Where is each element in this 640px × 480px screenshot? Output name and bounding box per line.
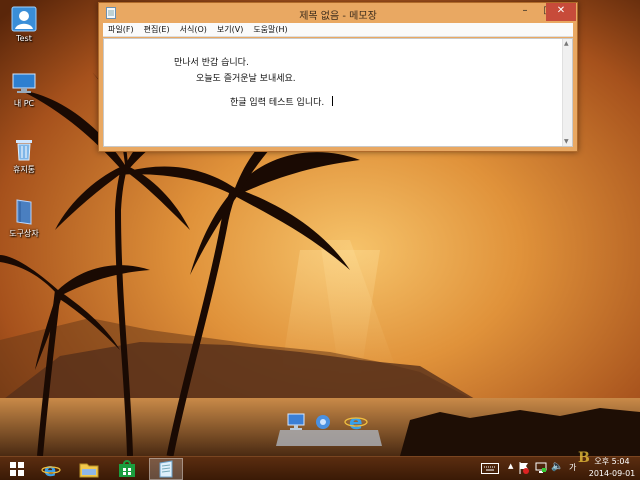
volume-icon[interactable]: 🔈 xyxy=(551,461,563,472)
book-icon xyxy=(16,199,32,225)
menu-edit[interactable]: 편집(E) xyxy=(139,24,175,35)
desktop-icon-label: 도구상자 xyxy=(9,229,39,238)
desktop-icon-recycle-bin[interactable]: 휴지통 xyxy=(0,136,48,175)
desktop-icon-toolbox[interactable]: 도구상자 xyxy=(0,198,48,239)
store-icon xyxy=(119,460,135,477)
start-button[interactable] xyxy=(0,458,34,480)
vertical-scrollbar[interactable]: ▲ ▼ xyxy=(562,39,572,146)
show-hidden-icons-icon[interactable]: ▲ xyxy=(508,462,513,470)
desktop-icon-label: 내 PC xyxy=(13,99,35,108)
recycle-bin-icon xyxy=(16,140,32,161)
notepad-window[interactable]: 제목 없음 - 메모장 – □ ✕ 파일(F) 편집(E) 서식(O) 보기(V… xyxy=(98,2,578,152)
window-title: 제목 없음 - 메모장 xyxy=(299,11,377,22)
text-editor-area[interactable]: 만나서 반갑 습니다. 오늘도 즐거운날 보내세요. 한글 입력 테스트 입니다… xyxy=(103,38,573,147)
title-bar[interactable]: 제목 없음 - 메모장 – □ ✕ xyxy=(99,3,577,23)
text-line: 오늘도 즐거운날 보내세요. xyxy=(196,74,296,84)
desktop-icon-label: 휴지통 xyxy=(12,165,36,174)
windows-start-icon xyxy=(10,462,24,476)
close-button[interactable]: ✕ xyxy=(546,3,576,21)
floating-dock: e xyxy=(274,408,384,448)
desktop-icon-test[interactable]: Test xyxy=(0,6,48,43)
computer-icon xyxy=(12,73,36,93)
file-explorer-icon xyxy=(79,463,99,478)
notepad-icon xyxy=(159,460,173,478)
computer-icon[interactable] xyxy=(287,413,305,430)
text-line: 한글 입력 테스트 입니다. xyxy=(230,98,325,108)
svg-text:e: e xyxy=(349,410,363,434)
keyboard-icon[interactable] xyxy=(481,463,499,474)
text-line: 만나서 반갑 습니다. xyxy=(174,58,249,68)
scroll-up-icon[interactable]: ▲ xyxy=(564,40,569,47)
user-icon xyxy=(11,6,37,32)
menu-format[interactable]: 서식(O) xyxy=(175,24,212,35)
ime-indicator[interactable]: 가 xyxy=(569,462,576,473)
svg-text:e: e xyxy=(44,460,56,479)
taskbar-file-explorer[interactable] xyxy=(72,458,106,480)
taskbar-store[interactable] xyxy=(110,458,144,480)
scroll-down-icon[interactable]: ▼ xyxy=(564,138,569,145)
minimize-button[interactable]: – xyxy=(513,3,537,21)
gear-icon[interactable] xyxy=(316,415,330,429)
desktop-icon-my-pc[interactable]: 내 PC xyxy=(0,72,48,109)
taskbar-internet-explorer[interactable]: e xyxy=(34,458,68,480)
text-caret xyxy=(332,96,333,106)
network-icon[interactable] xyxy=(535,462,547,474)
taskbar-notepad[interactable] xyxy=(149,458,183,480)
menu-file[interactable]: 파일(F) xyxy=(103,24,139,35)
menu-view[interactable]: 보기(V) xyxy=(212,24,248,35)
clock-date[interactable]: 2014-09-01 xyxy=(586,469,638,478)
desktop-icon-label: Test xyxy=(16,34,32,43)
taskbar: e ▲ 🔈 가 xyxy=(0,456,640,480)
menu-bar: 파일(F) 편집(E) 서식(O) 보기(V) 도움말(H) xyxy=(103,23,573,37)
clock-time[interactable]: 오후 5:04 xyxy=(586,456,638,467)
internet-explorer-icon: e xyxy=(41,460,61,479)
dock-shelf xyxy=(276,430,382,446)
menu-help[interactable]: 도움말(H) xyxy=(248,24,292,35)
action-center-flag-icon[interactable] xyxy=(519,462,529,474)
